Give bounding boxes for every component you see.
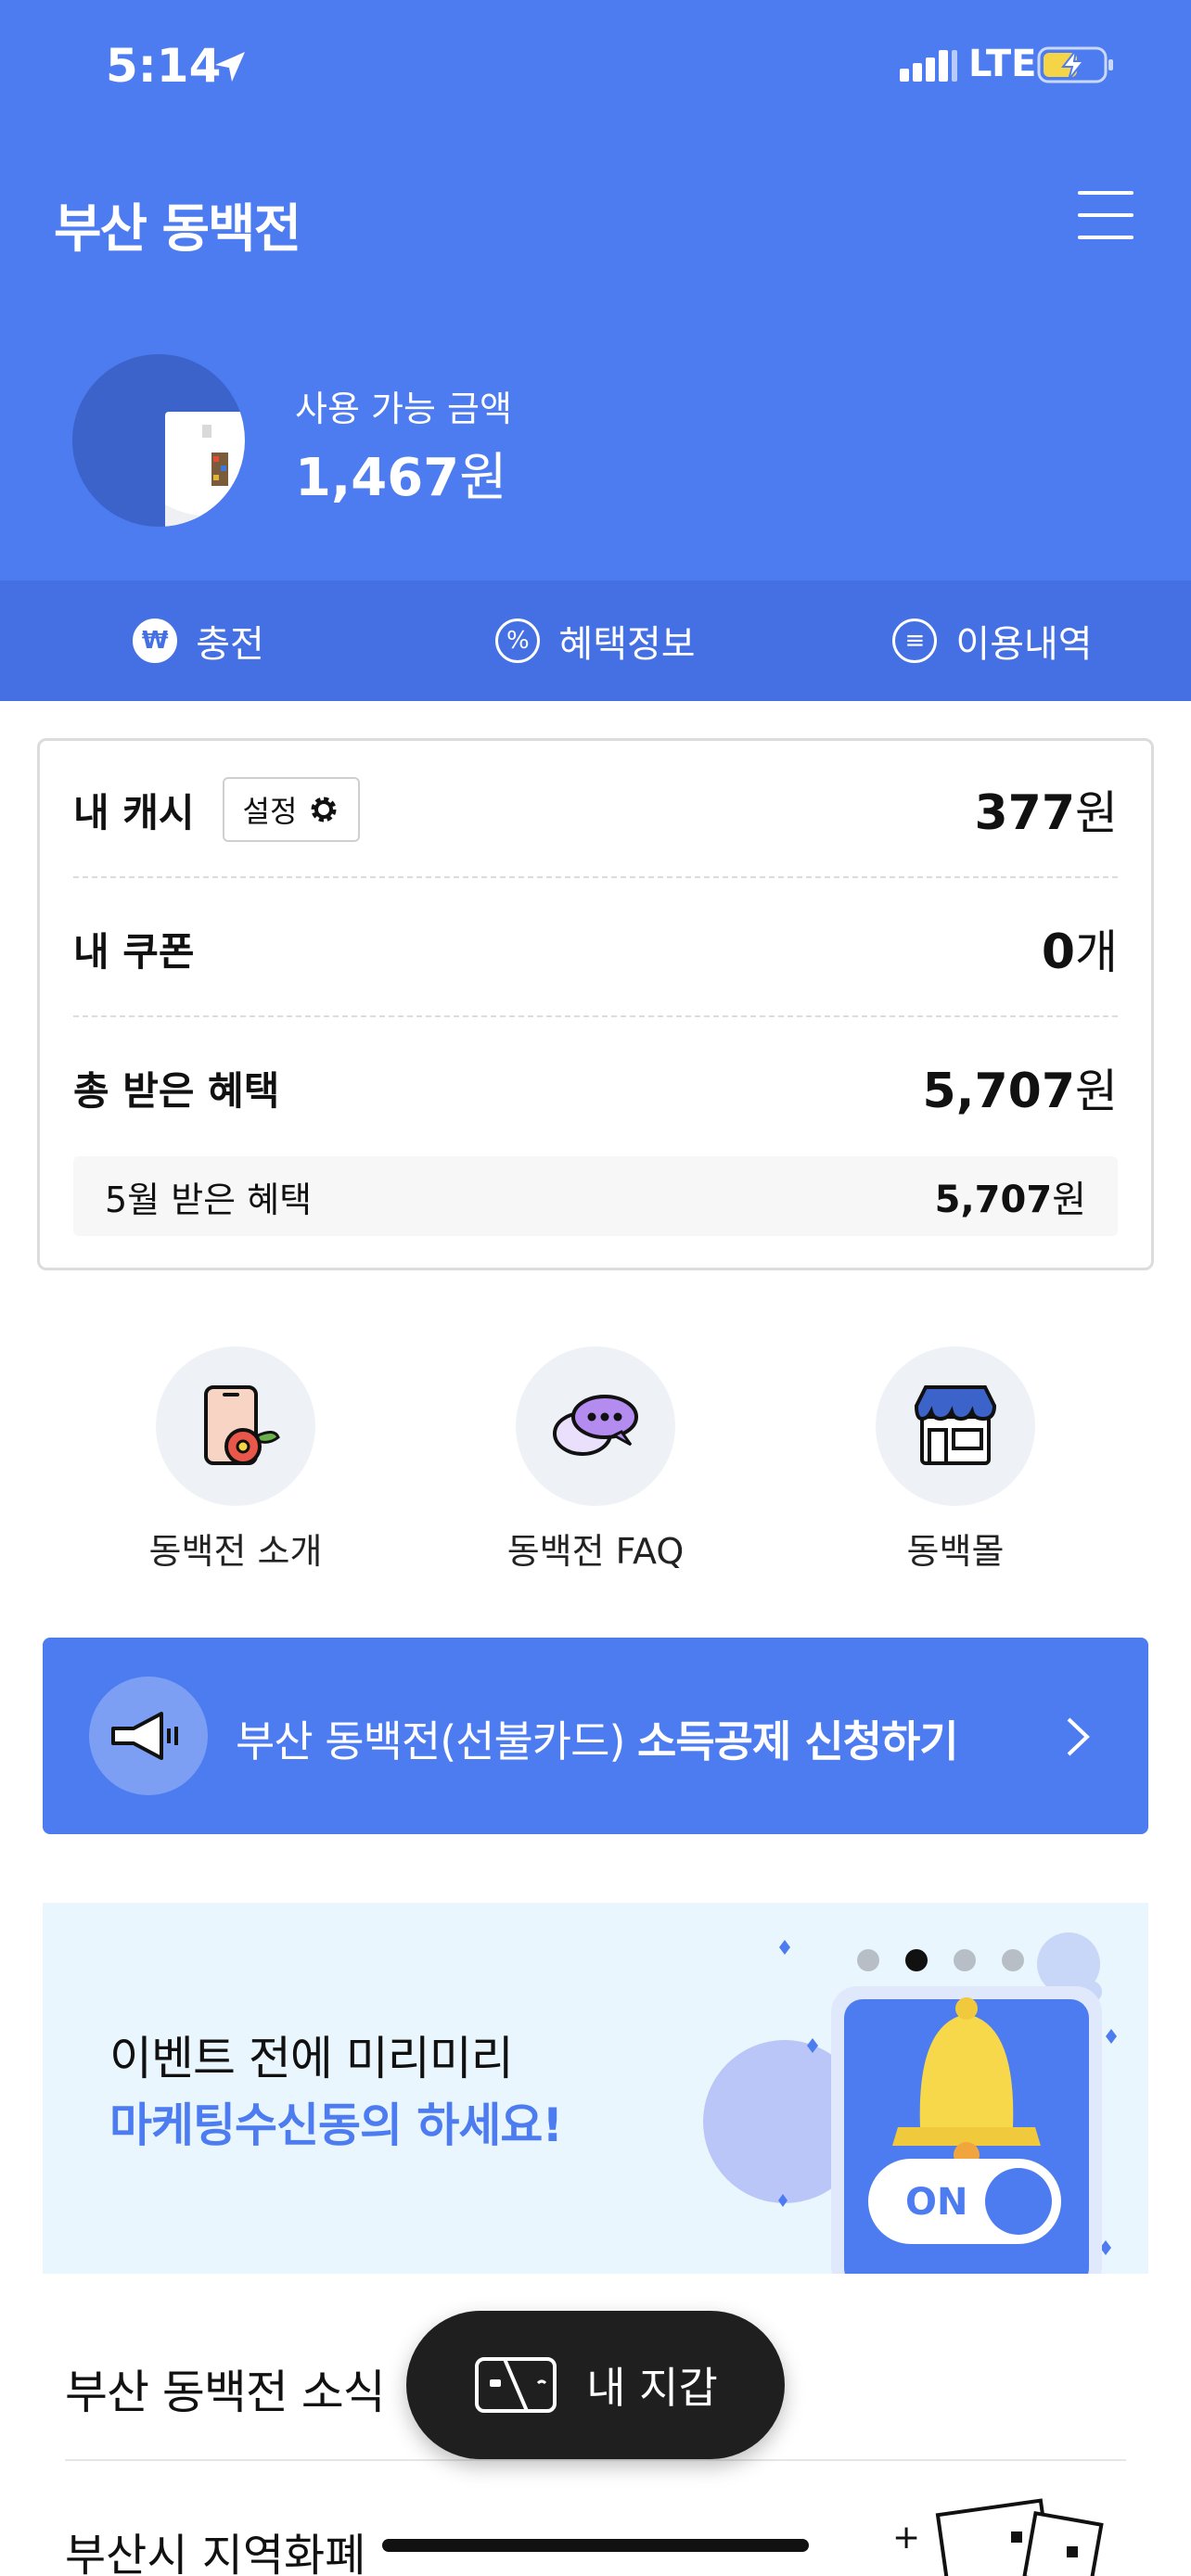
charge-button[interactable]: ₩ 충전 [0, 580, 397, 701]
home-indicator[interactable] [382, 2539, 809, 2552]
carousel-dot-active[interactable] [905, 1949, 928, 1971]
shortcut-intro-label: 동백전 소개 [148, 1531, 323, 1572]
menu-button[interactable] [1072, 185, 1139, 245]
shortcut-mall[interactable]: 동백몰 [816, 1346, 1095, 1574]
shortcut-faq-circle [516, 1346, 675, 1506]
cash-row[interactable]: 내 캐시 설정 377원 [73, 741, 1118, 878]
chevron-right-icon [1067, 1717, 1090, 1756]
status-time: 5:14 [106, 39, 222, 93]
total-benefit-row[interactable]: 총 받은 혜택 5,707원 [73, 1019, 1118, 1156]
promo-line1: 이벤트 전에 미리미리 [109, 2032, 514, 2085]
cash-unit: 원 [1075, 786, 1118, 840]
shortcut-faq-label: 동백전 FAQ [506, 1531, 685, 1572]
total-benefit-number: 5,707 [922, 1064, 1075, 1119]
total-benefit-label: 총 받은 혜택 [73, 1067, 280, 1114]
megaphone-icon [111, 1712, 178, 1760]
my-wallet-label: 내 지갑 [586, 2363, 718, 2413]
cash-settings-button[interactable]: 설정 [222, 777, 361, 842]
shortcut-intro[interactable]: 동백전 소개 [96, 1346, 375, 1574]
cash-number: 377 [974, 785, 1075, 841]
carousel-dot[interactable] [954, 1949, 976, 1971]
coupon-value: 0개 [1042, 915, 1118, 982]
wallet-card-icon [475, 2357, 557, 2413]
benefits-info-button[interactable]: % 혜택정보 [397, 580, 794, 701]
coupon-number: 0 [1041, 925, 1075, 980]
total-benefit-value: 5,707원 [923, 1054, 1118, 1121]
benefit-summary-card: 내 캐시 설정 377원 내 쿠폰 0개 총 받은 혜택 5,707원 5월 받… [37, 738, 1154, 1270]
news-item-title[interactable]: 부산시 지역화폐 [65, 2519, 365, 2576]
coupon-label: 내 쿠폰 [73, 928, 195, 975]
my-wallet-button[interactable]: 내 지갑 [406, 2311, 785, 2459]
action-bar: ₩ 충전 % 혜택정보 ≡ 이용내역 [0, 580, 1191, 701]
location-arrow-icon [215, 52, 245, 82]
svg-text:+: + [892, 2519, 920, 2557]
banner-text-bold: 소득공제 신청하기 [637, 1716, 959, 1766]
balance-amount: 1,467원 [295, 436, 507, 511]
coupon-row[interactable]: 내 쿠폰 0개 [73, 880, 1118, 1017]
cash-value: 377원 [974, 776, 1118, 843]
app-title: 부산 동백전 [54, 199, 301, 260]
carousel-indicator [857, 1949, 1024, 1971]
won-icon: ₩ [133, 618, 178, 663]
tax-deduction-banner[interactable]: 부산 동백전(선불카드) 소득공제 신청하기 [43, 1638, 1148, 1834]
chat-bubbles-icon [553, 1395, 638, 1456]
cash-label-group: 내 캐시 설정 [73, 777, 361, 842]
shortcut-menu: 동백전 소개 동백전 FAQ 동백몰 [0, 1346, 1191, 1572]
news-thumbnail-illustration: + [892, 2498, 1104, 2576]
signal-icon [900, 50, 957, 82]
app-header: 5:14 LTE 부산 동백전 사용 가능 금액 1,467원 ₩ 충전 % 혜… [0, 0, 1191, 701]
monthly-benefit-label: 5월 받은 혜택 [105, 1179, 313, 1220]
usage-history-button[interactable]: ≡ 이용내역 [794, 580, 1191, 701]
marketing-consent-promo[interactable]: 이벤트 전에 미리미리 마케팅수신동의 하세요! ON [43, 1903, 1148, 2274]
receipt-icon: ≡ [892, 618, 938, 663]
prepaid-card-icon [165, 412, 245, 527]
balance-unit: 원 [459, 448, 507, 508]
monthly-benefit-number: 5,707 [934, 1179, 1053, 1221]
banner-text-normal: 부산 동백전(선불카드) [236, 1716, 638, 1766]
gear-icon [311, 797, 337, 823]
network-type: LTE [968, 43, 1037, 85]
shortcut-mall-label: 동백몰 [906, 1531, 1005, 1572]
benefits-info-label: 혜택정보 [558, 623, 696, 666]
divider [73, 1015, 1118, 1017]
monthly-benefit-value: 5,707원 [935, 1169, 1086, 1223]
news-section-title: 부산 동백전 소식 [65, 2366, 386, 2419]
shortcut-mall-circle [876, 1346, 1035, 1506]
shortcut-intro-circle [156, 1346, 315, 1506]
battery-charging-icon [1037, 46, 1113, 83]
coupon-unit: 개 [1075, 925, 1118, 979]
banner-text: 부산 동백전(선불카드) 소득공제 신청하기 [236, 1708, 959, 1769]
carousel-dot[interactable] [1002, 1949, 1024, 1971]
divider [73, 876, 1118, 878]
balance-number: 1,467 [295, 448, 460, 508]
promo-toggle-text: ON [905, 2181, 967, 2224]
divider [65, 2459, 1126, 2461]
promo-line2: 마케팅수신동의 하세요! [109, 2098, 563, 2152]
total-benefit-unit: 원 [1075, 1065, 1118, 1118]
settings-label: 설정 [242, 794, 298, 829]
percent-icon: % [495, 618, 541, 663]
store-icon [914, 1385, 997, 1465]
cash-label: 내 캐시 [73, 789, 195, 835]
status-bar: 5:14 LTE [0, 0, 1191, 139]
monthly-benefit-unit: 원 [1052, 1179, 1086, 1221]
charge-label: 충전 [196, 623, 264, 666]
balance-label: 사용 가능 금액 [295, 389, 512, 429]
usage-history-label: 이용내역 [955, 623, 1093, 666]
phone-flower-icon [204, 1385, 280, 1465]
card-avatar[interactable] [72, 354, 245, 527]
megaphone-badge [89, 1677, 208, 1795]
shortcut-faq[interactable]: 동백전 FAQ [456, 1346, 735, 1574]
monthly-benefit-box: 5월 받은 혜택 5,707원 [73, 1156, 1118, 1236]
carousel-dot[interactable] [857, 1949, 879, 1971]
